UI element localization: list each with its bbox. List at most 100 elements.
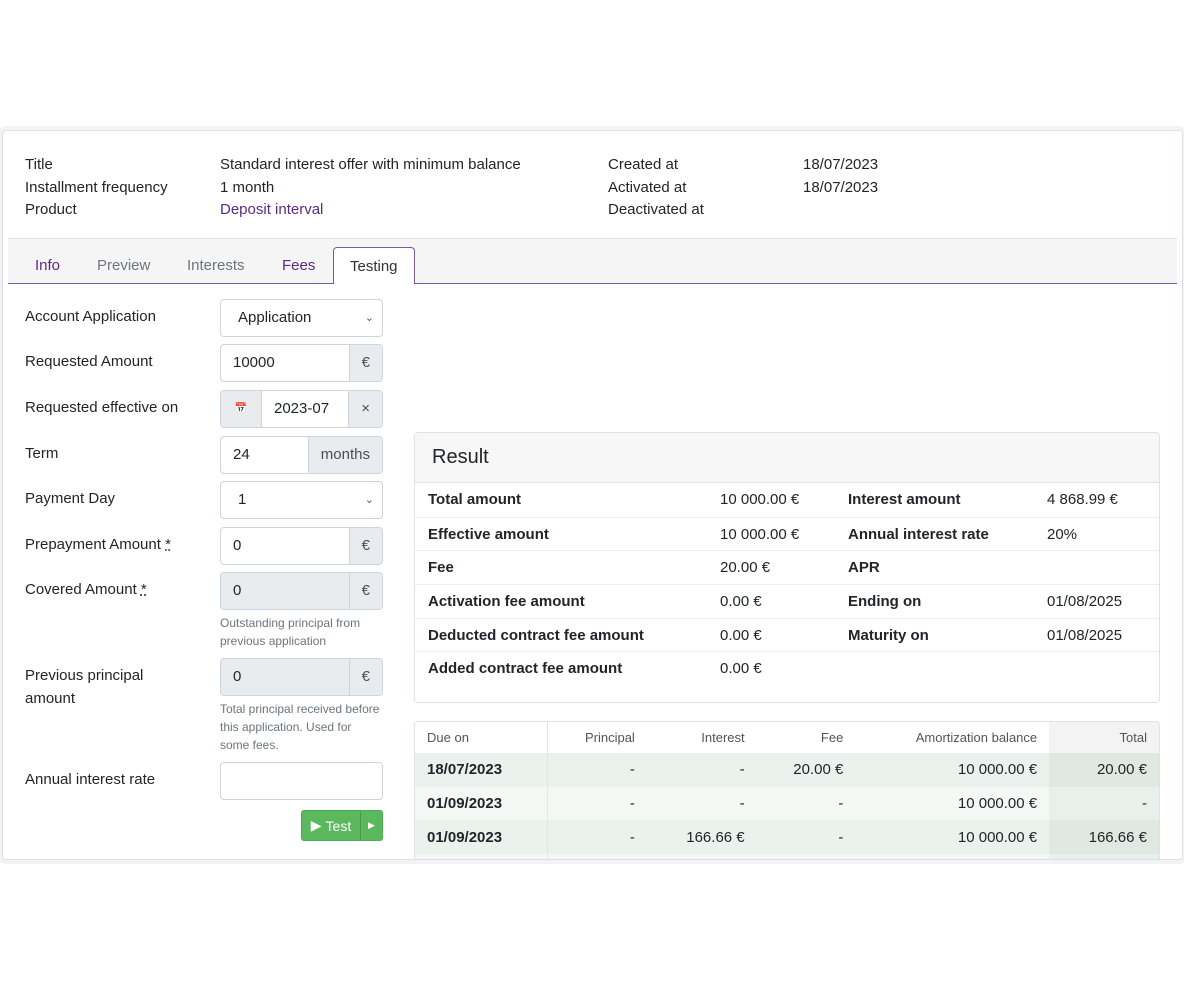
result-title: Result xyxy=(415,433,1159,483)
required-marker: * xyxy=(165,536,171,553)
deactivated-at-label: Deactivated at xyxy=(608,201,704,218)
activated-at-value: 18/07/2023 xyxy=(803,178,879,196)
created-at-value: 18/07/2023 xyxy=(803,156,879,173)
result-value: 20.00 € xyxy=(720,559,771,577)
table-row: 01/09/2023-166.66 € -10 000.00 €166.66 € xyxy=(415,820,1159,855)
tab-testing[interactable]: Testing xyxy=(333,247,415,285)
frequency-value: 1 month xyxy=(220,178,275,196)
play-icon: ▶ xyxy=(310,817,322,833)
product-header: Title Standard interest offer with minim… xyxy=(8,137,1177,239)
column-header[interactable]: Interest xyxy=(647,722,757,753)
result-label: Maturity on xyxy=(848,626,929,644)
requested-amount-label: Requested Amount xyxy=(25,353,153,370)
input-value: 0 xyxy=(233,537,242,554)
table-cell: 01/09/2023 xyxy=(415,820,549,855)
result-row: Total amount 10 000.00 € Interest amount 4 … xyxy=(415,483,1159,517)
table-cell: 20.00 € xyxy=(1049,753,1159,787)
result-row: Fee 20.00 € APR xyxy=(415,550,1159,584)
table-cell: 166.66 € xyxy=(1049,820,1159,855)
schedule-table: Due on Principal Interest Fee Amortization b… xyxy=(414,721,1160,859)
table-cell: 01/10/2023 xyxy=(415,854,549,859)
table-cell: - xyxy=(646,786,757,821)
table-cell: 20.00 € xyxy=(756,753,856,787)
result-row: Deducted contract fee amount 0.00 € Maturi… xyxy=(415,617,1159,652)
payment-day-select[interactable]: 1 ⌄ xyxy=(220,481,383,519)
term-input[interactable]: 24 months xyxy=(220,436,383,474)
currency-addon: € xyxy=(348,659,382,695)
prepayment-amount-label: Prepayment Amount * xyxy=(25,533,171,556)
test-button-group: ▶ Test ▶ xyxy=(301,810,383,841)
annual-interest-rate-input[interactable] xyxy=(220,762,383,800)
input-value xyxy=(221,763,382,799)
table-cell: - xyxy=(756,820,856,855)
result-panel: Result Total amount 10 000.00 € Interest a… xyxy=(414,432,1160,703)
tab-fees[interactable]: Fees xyxy=(270,247,327,284)
result-row: Added contract fee amount 0.00 € xyxy=(415,651,1159,685)
result-row: Effective amount 10 000.00 € Annual intere… xyxy=(415,516,1159,551)
product-link[interactable]: Deposit interval xyxy=(220,199,323,222)
frequency-label: Installment frequency xyxy=(25,178,168,196)
clear-icon[interactable]: × xyxy=(348,391,382,427)
result-value: 01/08/2025 xyxy=(1047,626,1123,644)
table-cell: - xyxy=(756,854,856,859)
table-cell: 10 000.00 € xyxy=(855,753,1050,787)
label-text: Prepayment Amount xyxy=(25,536,161,553)
account-application-select[interactable]: Application ⌄ xyxy=(220,299,383,337)
table-row: 18/07/2023- -20.00 €10 000.00 €20.00 € xyxy=(415,753,1159,787)
calendar-icon[interactable]: 📅 xyxy=(221,391,262,427)
input-value: 10000 xyxy=(233,354,275,371)
select-value: Application xyxy=(238,309,312,326)
table-cell: 166.66 € xyxy=(646,820,757,855)
tab-interests[interactable]: Interests xyxy=(175,247,257,284)
tab-preview[interactable]: Preview xyxy=(85,247,162,284)
column-header[interactable]: Amortization balance xyxy=(855,722,1049,753)
result-value: 01/08/2025 xyxy=(1047,593,1123,611)
result-value: 0.00 € xyxy=(720,660,762,678)
result-value: 10 000.00 € xyxy=(720,491,800,508)
chevron-down-icon: ⌄ xyxy=(364,312,374,324)
result-label: Total amount xyxy=(428,491,522,508)
testing-panel: Account Application Application ⌄ Request… xyxy=(8,284,1177,859)
table-cell: 10 000.00 € xyxy=(855,820,1050,855)
table-cell: 01/09/2023 xyxy=(415,786,549,821)
result-row: Activation fee amount 0.00 € Ending on 01/0… xyxy=(415,584,1159,618)
requested-effective-on-label: Requested effective on xyxy=(25,399,179,416)
covered-amount-input: 0 € xyxy=(220,572,383,610)
previous-principal-label: Previous principal amount xyxy=(25,667,144,707)
created-at-label: Created at xyxy=(608,156,679,173)
input-value: 0 xyxy=(233,668,242,685)
result-label: Interest amount xyxy=(848,491,961,508)
dropdown-caret-icon[interactable]: ▶ xyxy=(360,811,382,840)
result-label: Deducted contract fee amount xyxy=(428,626,644,644)
result-label: Effective amount xyxy=(428,525,549,543)
activated-at-label: Activated at xyxy=(608,178,687,196)
requested-amount-input[interactable]: 10000 € xyxy=(220,344,383,382)
tab-info[interactable]: Info xyxy=(23,247,72,284)
column-header[interactable]: Principal xyxy=(548,722,647,753)
result-value: 20% xyxy=(1047,525,1078,543)
chevron-down-icon: ⌄ xyxy=(364,494,374,506)
prepayment-amount-input[interactable]: 0 € xyxy=(220,527,383,565)
payment-day-label: Payment Day xyxy=(25,490,116,507)
test-button[interactable]: ▶ Test xyxy=(302,811,360,840)
requested-effective-on-input[interactable]: 📅 2023-07 × xyxy=(220,390,383,428)
result-value: 0.00 € xyxy=(720,626,762,644)
column-header[interactable]: Fee xyxy=(757,722,856,753)
column-header[interactable]: Due on xyxy=(415,722,549,753)
product-card: Title Standard interest offer with minim… xyxy=(2,130,1183,860)
currency-addon: € xyxy=(348,528,382,564)
table-row: 01/09/2023- - -10 000.00 € - xyxy=(415,786,1159,821)
result-label: Added contract fee amount xyxy=(428,660,623,678)
column-header[interactable]: Total xyxy=(1049,722,1159,753)
test-button-label: Test xyxy=(325,817,352,834)
result-label: Annual interest rate xyxy=(848,525,989,543)
previous-principal-help: Total principal received before this app… xyxy=(220,702,380,752)
table-cell: 18/07/2023 xyxy=(415,753,549,787)
covered-amount-label: Covered Amount * xyxy=(25,578,147,601)
title-value: Standard interest offer with minimum bal… xyxy=(220,156,521,173)
select-value: 1 xyxy=(238,491,247,508)
result-value: 10 000.00 € xyxy=(720,525,800,543)
table-cell: - xyxy=(646,753,757,787)
table-cell: - xyxy=(1049,786,1159,821)
result-label: Ending on xyxy=(848,593,922,611)
